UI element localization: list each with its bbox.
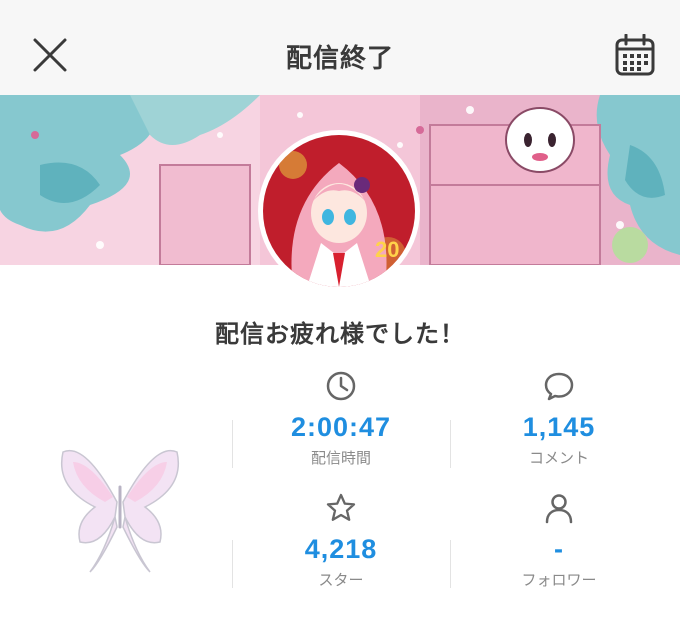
stat-label: コメント [528, 449, 589, 467]
header-bar: 配信終了 [0, 0, 680, 95]
stat-value: 4,218 [304, 534, 378, 564]
calendar-button[interactable] [610, 32, 660, 78]
stat-followers: - フォロワー [450, 490, 668, 600]
calendar-icon [615, 34, 655, 76]
stream-finished-message: 配信お疲れ様でした！ [215, 320, 465, 348]
streamer-avatar: 20 [258, 130, 420, 292]
comment-icon [544, 372, 574, 401]
stat-value: 2:00:47 [290, 412, 392, 442]
stat-stars: 4,218 スター [232, 490, 450, 600]
stat-value: 1,145 [522, 412, 596, 442]
person-icon [545, 494, 573, 524]
clock-icon [326, 371, 356, 401]
stat-label: 配信時間 [310, 449, 371, 467]
page-title: 配信終了 [285, 44, 394, 74]
stat-value: - [554, 534, 564, 564]
stat-stream-time: 2:00:47 配信時間 [232, 368, 450, 478]
stat-label: フォロワー [521, 571, 597, 589]
stat-label: スター [318, 571, 364, 589]
butterfly-decoration [55, 432, 185, 577]
svg-text:20: 20 [375, 237, 399, 262]
stat-comments: 1,145 コメント [450, 368, 668, 478]
star-icon [326, 493, 356, 521]
